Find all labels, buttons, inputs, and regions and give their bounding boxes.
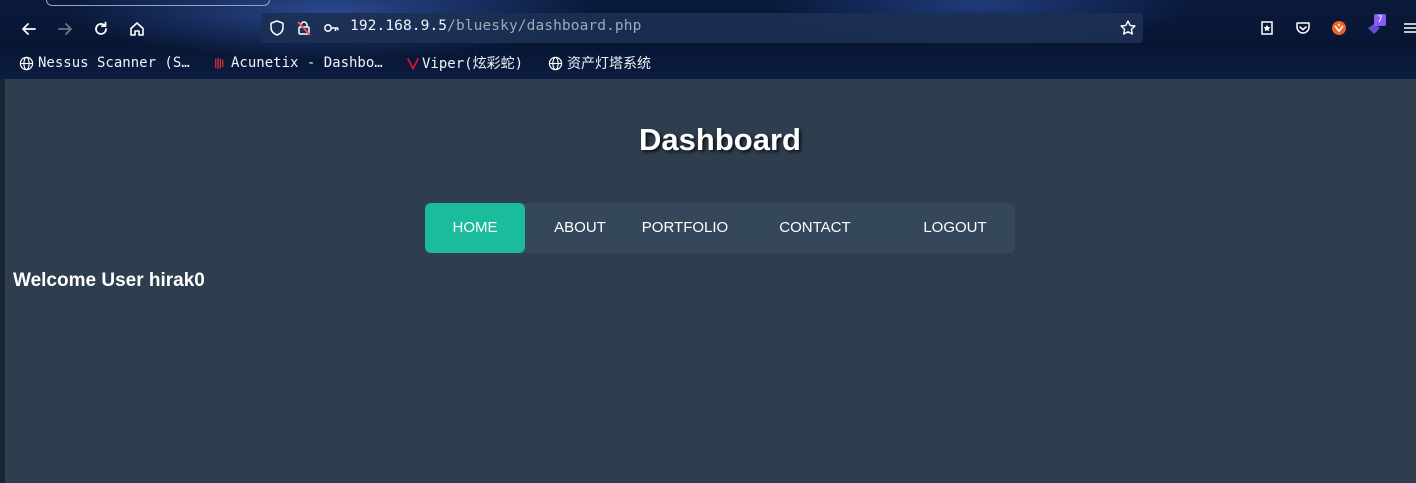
reload-button[interactable]	[89, 17, 113, 41]
forward-button[interactable]	[53, 17, 77, 41]
pocket-icon	[1296, 22, 1310, 34]
home-icon	[130, 22, 144, 36]
url-host: 192.168.9.5	[350, 18, 448, 34]
extension-fox-button[interactable]	[1329, 18, 1349, 38]
viper-icon	[406, 55, 420, 71]
bookmark-label: 资产灯塔系统	[567, 56, 651, 72]
home-button[interactable]	[125, 17, 149, 41]
nav-about[interactable]: ABOUT	[535, 203, 625, 253]
collections-button[interactable]	[1257, 18, 1277, 38]
nav-portfolio[interactable]: PORTFOLIO	[630, 203, 740, 253]
url-path: /bluesky/dashboard.php	[447, 18, 642, 34]
main-nav: HOME ABOUT PORTFOLIO CONTACT LOGOUT	[425, 203, 1015, 253]
globe-icon	[18, 55, 34, 71]
page-title: Dashboard	[639, 122, 801, 157]
bookmark-label: Acunetix - Dashbo…	[231, 55, 383, 71]
globe-icon	[547, 55, 563, 71]
menu-button[interactable]	[1400, 18, 1416, 38]
nav-contact[interactable]: CONTACT	[765, 203, 865, 253]
bookmark-acunetix[interactable]: Acunetix - Dashbo…	[211, 53, 383, 73]
nav-logout[interactable]: LOGOUT	[905, 203, 1005, 253]
back-button[interactable]	[17, 17, 41, 41]
hamburger-icon	[1404, 23, 1416, 33]
key-icon[interactable]	[322, 19, 340, 37]
extension-fox-icon	[1332, 21, 1346, 35]
bookmark-asset-lighthouse[interactable]: 资产灯塔系统	[547, 53, 651, 73]
arrow-left-icon	[22, 23, 36, 35]
acunetix-icon	[211, 55, 227, 71]
extension-badge: 7	[1374, 14, 1386, 26]
bookmark-label: Nessus Scanner (S…	[38, 55, 190, 71]
nav-home[interactable]: HOME	[425, 203, 525, 253]
pocket-button[interactable]	[1293, 18, 1313, 38]
star-icon[interactable]	[1119, 19, 1137, 37]
reload-icon	[95, 21, 107, 35]
url-bar[interactable]: 192.168.9.5/bluesky/dashboard.php	[261, 13, 1143, 43]
bookmark-viper[interactable]: Viper(炫彩蛇)	[406, 53, 523, 73]
bookmark-nessus[interactable]: Nessus Scanner (S…	[18, 53, 190, 73]
url-text[interactable]: 192.168.9.5/bluesky/dashboard.php	[350, 18, 641, 34]
insecure-lock-icon[interactable]	[295, 19, 313, 37]
tab-outline	[46, 0, 270, 6]
browser-toolbar: 192.168.9.5/bluesky/dashboard.php 7 Ness…	[0, 0, 1416, 79]
arrow-right-icon	[58, 23, 72, 35]
shield-icon[interactable]	[268, 19, 286, 37]
star-box-icon	[1261, 21, 1273, 35]
welcome-message: Welcome User hirak0	[13, 270, 205, 291]
bookmark-label: Viper(炫彩蛇)	[422, 56, 524, 72]
